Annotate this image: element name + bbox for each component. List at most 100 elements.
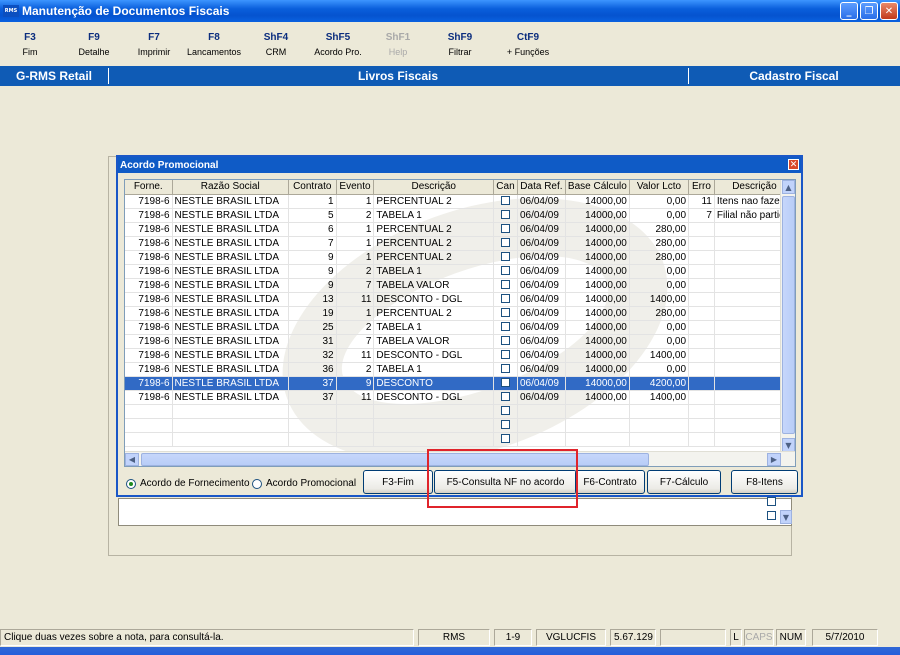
can-checkbox[interactable] [500,364,510,374]
can-checkbox[interactable] [500,308,510,318]
table-row[interactable]: 7198-6 NESTLE BRASIL LTDA 6 1 PERCENTUAL 2 06… [125,222,795,237]
chevron-down-icon[interactable]: ▼ [780,510,792,524]
can-checkbox-cell[interactable] [493,306,518,321]
column-header[interactable]: Evento [336,180,375,195]
radio-dot[interactable] [126,478,136,489]
restore-icon[interactable]: ❐ [860,2,878,20]
table-cell: 14000,00 [565,194,630,209]
column-header[interactable]: Contrato [288,180,337,195]
fkey-f3[interactable]: F3 Fim [0,32,60,57]
column-header[interactable]: Razão Social [172,180,289,195]
can-checkbox[interactable] [500,350,510,360]
table-row[interactable]: 7198-6 NESTLE BRASIL LTDA 7 1 PERCENTUAL 2 06… [125,236,795,251]
table-row[interactable]: 7198-6 NESTLE BRASIL LTDA 37 9 DESCONTO 06/04… [125,376,795,391]
can-checkbox-cell[interactable] [493,390,518,405]
column-header[interactable]: Valor Lcto [629,180,690,195]
can-checkbox[interactable] [500,322,510,332]
background-checkbox[interactable] [767,511,776,520]
fkey-f8[interactable]: F8 Lancamentos [184,32,244,57]
column-header[interactable]: Descrição [373,180,495,195]
can-checkbox[interactable] [500,434,510,444]
f7-calculo-button[interactable]: F7-Cálculo [647,470,721,494]
column-header[interactable]: Erro [688,180,715,195]
table-cell: 7198-6 [125,250,173,265]
table-cell: 11 [688,194,715,209]
fkey-shf4[interactable]: ShF4 CRM [246,32,306,57]
background-checkbox[interactable] [767,497,776,506]
can-checkbox[interactable] [500,392,510,402]
fkey-key: ShF1 [385,32,411,43]
can-checkbox[interactable] [500,196,510,206]
fkey-f9[interactable]: F9 Detalhe [64,32,124,57]
table-cell: 32 [288,348,337,363]
can-checkbox-cell[interactable] [493,320,518,335]
table-row[interactable]: 7198-6 NESTLE BRASIL LTDA 19 1 PERCENTUAL 2 0… [125,306,795,321]
radio-acordo-fornecimento[interactable]: Acordo de Fornecimento [126,478,250,489]
table-row[interactable]: 7198-6 NESTLE BRASIL LTDA 13 11 DESCONTO - D… [125,292,795,307]
table-cell: 7 [288,236,337,251]
can-checkbox[interactable] [500,224,510,234]
table-cell: 14000,00 [565,390,630,405]
table-row[interactable]: 7198-6 NESTLE BRASIL LTDA 9 2 TABELA 1 06/04/… [125,264,795,279]
empty-cell [565,432,630,447]
can-checkbox-cell[interactable] [493,194,518,209]
can-checkbox[interactable] [500,406,510,416]
can-checkbox-cell[interactable] [493,222,518,237]
fkey-ctf9[interactable]: CtF9 + Funções [498,32,558,57]
close-icon[interactable]: ✕ [880,2,898,20]
can-checkbox-cell[interactable] [493,278,518,293]
fkey-shf5[interactable]: ShF5 Acordo Pro. [308,32,368,57]
table-cell: 36 [288,362,337,377]
f8-itens-button[interactable]: F8-Itens [731,470,798,494]
can-checkbox[interactable] [500,378,510,388]
dialog-close-icon[interactable]: ✕ [788,159,799,170]
can-checkbox-cell[interactable] [493,362,518,377]
can-checkbox[interactable] [500,294,510,304]
fkey-f7[interactable]: F7 Imprimir [124,32,184,57]
can-checkbox-cell[interactable] [493,334,518,349]
vertical-scroll-thumb[interactable] [782,196,795,434]
table-row[interactable]: 7198-6 NESTLE BRASIL LTDA 32 11 DESCONTO - D… [125,348,795,363]
can-checkbox-cell[interactable] [493,250,518,265]
can-checkbox-cell[interactable] [493,348,518,363]
table-row[interactable]: 7198-6 NESTLE BRASIL LTDA 5 2 TABELA 1 06/04/… [125,208,795,223]
fkey-shf9[interactable]: ShF9 Filtrar [430,32,490,57]
table-row[interactable]: 7198-6 NESTLE BRASIL LTDA 1 1 PERCENTUAL 2 06… [125,194,795,209]
can-checkbox-cell[interactable] [493,236,518,251]
fkey-label: Lancamentos [186,47,242,57]
can-checkbox[interactable] [500,266,510,276]
can-checkbox-cell[interactable] [493,264,518,279]
table-row[interactable]: 7198-6 NESTLE BRASIL LTDA 25 2 TABELA 1 06/04… [125,320,795,335]
f6-contrato-button[interactable]: F6-Contrato [575,470,645,494]
can-checkbox[interactable] [500,336,510,346]
table-row[interactable]: 7198-6 NESTLE BRASIL LTDA 37 11 DESCONTO - D… [125,390,795,405]
table-row[interactable]: 7198-6 NESTLE BRASIL LTDA 9 7 TABELA VALOR 06… [125,278,795,293]
scroll-up-icon[interactable]: ▲ [782,180,795,194]
can-checkbox[interactable] [500,420,510,430]
can-checkbox-cell[interactable] [493,292,518,307]
column-header[interactable]: Forne. [125,180,173,195]
f3-fim-button[interactable]: F3-Fim [363,470,433,494]
column-header[interactable]: Can [493,180,518,195]
table-row[interactable]: 7198-6 NESTLE BRASIL LTDA 31 7 TABELA VALOR 0… [125,334,795,349]
column-header[interactable]: Data Ref. [517,180,566,195]
can-checkbox[interactable] [500,280,510,290]
scroll-right-icon[interactable]: ▶ [767,453,781,466]
table-cell: 7198-6 [125,334,173,349]
table-row[interactable]: 7198-6 NESTLE BRASIL LTDA 9 1 PERCENTUAL 2 06… [125,250,795,265]
fkey-shf1[interactable]: ShF1 Help [368,32,428,57]
can-checkbox[interactable] [500,210,510,220]
table-row[interactable]: 7198-6 NESTLE BRASIL LTDA 36 2 TABELA 1 06/04… [125,362,795,377]
can-checkbox[interactable] [500,238,510,248]
empty-cell [688,432,715,447]
scroll-left-icon[interactable]: ◀ [125,453,139,466]
column-header[interactable]: Base Cálculo [565,180,630,195]
can-checkbox-cell[interactable] [493,376,518,391]
radio-dot[interactable] [252,478,262,489]
vertical-scrollbar[interactable]: ▲ ▼ [780,180,795,452]
can-checkbox-cell[interactable] [493,208,518,223]
minimize-icon[interactable]: _ [840,2,858,20]
scroll-down-icon[interactable]: ▼ [782,438,795,452]
radio-acordo-promocional[interactable]: Acordo Promocional [252,478,356,489]
can-checkbox[interactable] [500,252,510,262]
